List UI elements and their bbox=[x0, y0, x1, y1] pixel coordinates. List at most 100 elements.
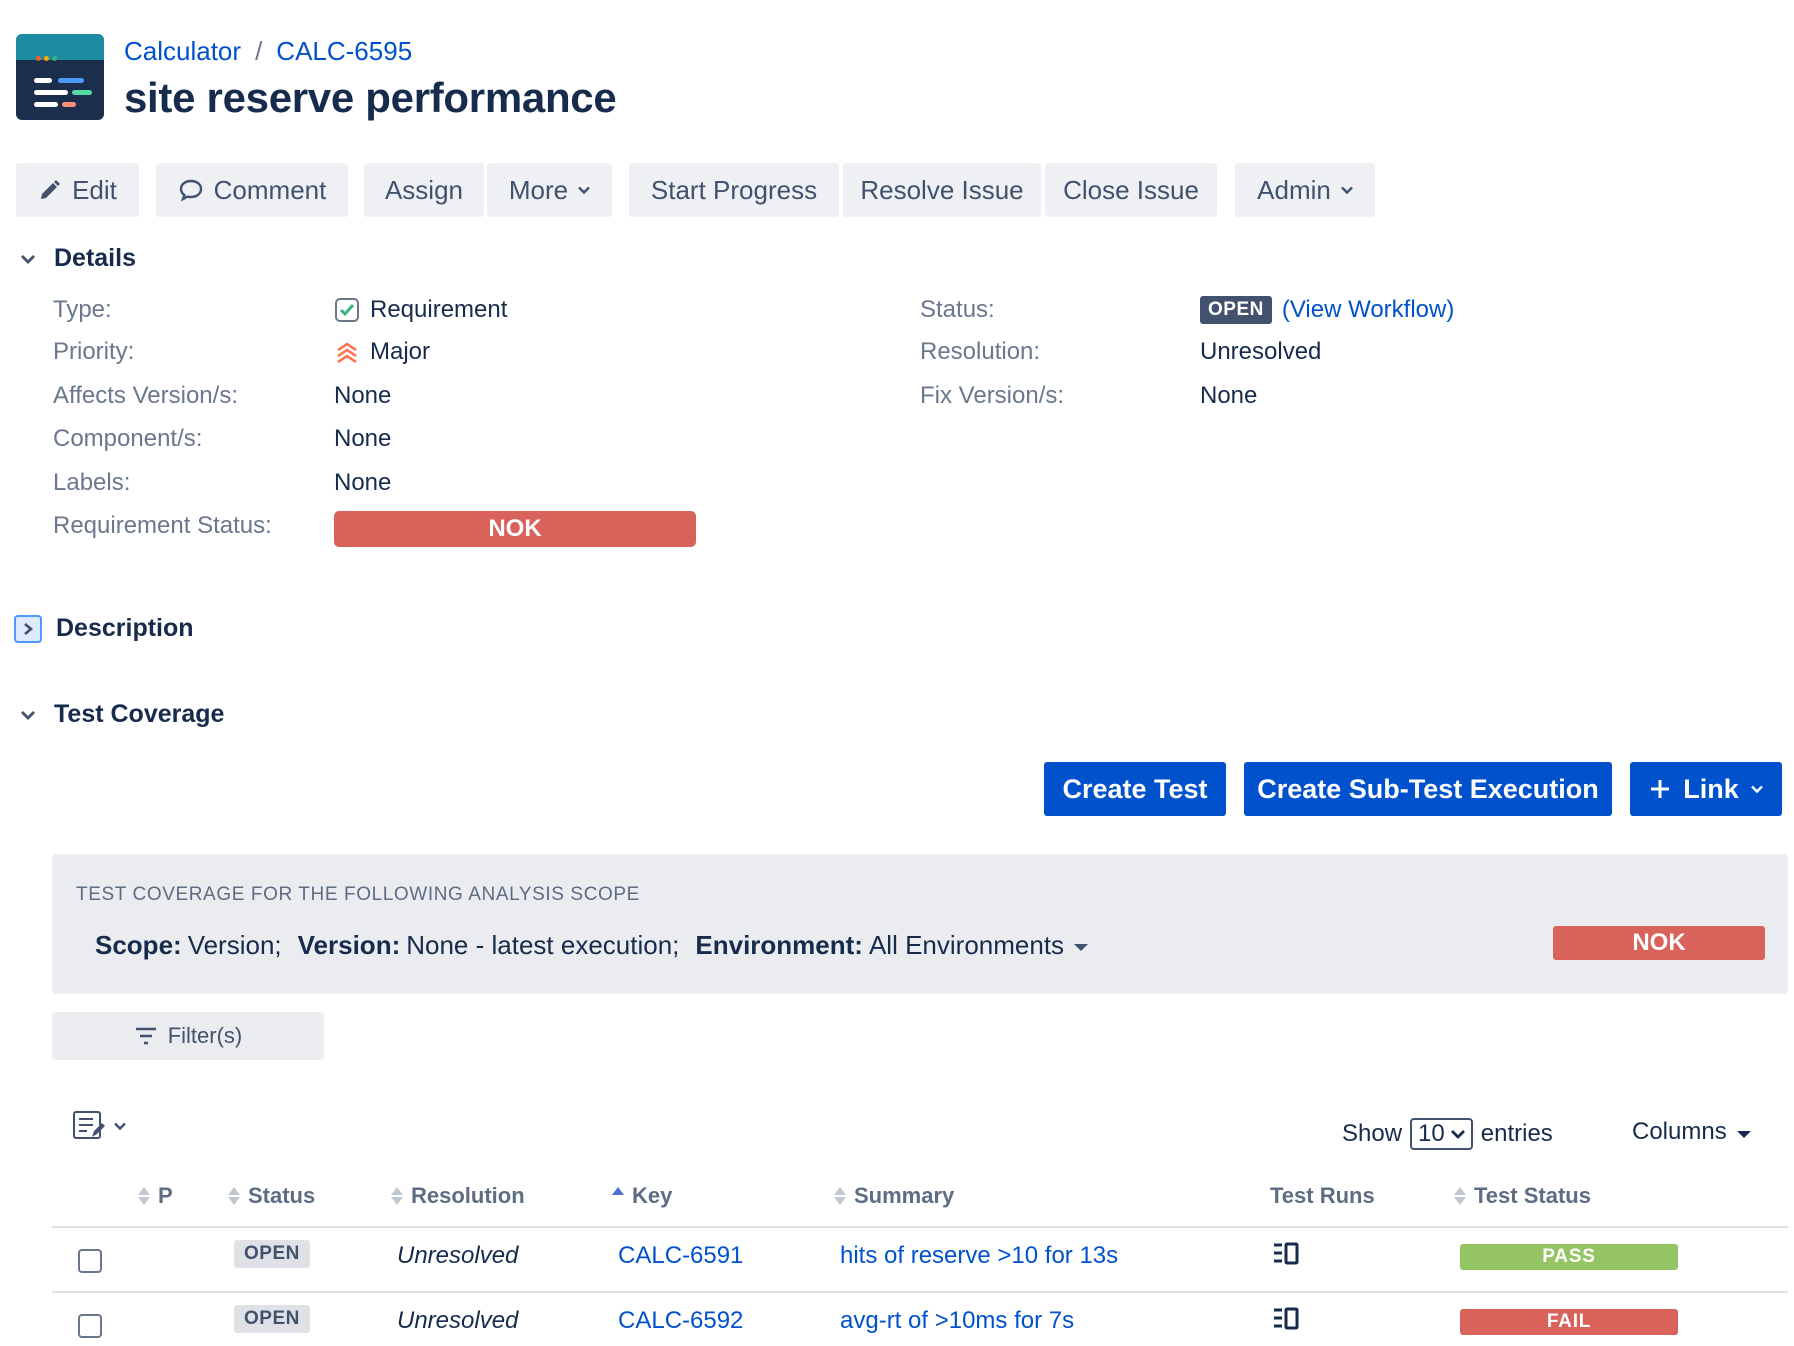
edit-button[interactable]: Edit bbox=[16, 163, 139, 217]
columns-label: Columns bbox=[1632, 1118, 1727, 1145]
show-entries: Show 10 entries bbox=[1342, 1118, 1553, 1150]
scope-value: Version; bbox=[187, 930, 282, 960]
more-label: More bbox=[508, 174, 569, 205]
row-test-status-badge: PASS bbox=[1460, 1244, 1678, 1270]
comment-label: Comment bbox=[213, 174, 327, 205]
row-checkbox[interactable] bbox=[78, 1314, 102, 1338]
requirement-status-badge: NOK bbox=[334, 511, 696, 547]
sort-icon bbox=[391, 1187, 403, 1205]
resolve-issue-label: Resolve Issue bbox=[860, 174, 1024, 205]
row-resolution: Unresolved bbox=[397, 1307, 519, 1334]
sort-icon bbox=[834, 1187, 846, 1205]
start-progress-button[interactable]: Start Progress bbox=[629, 163, 839, 217]
table-header-divider bbox=[52, 1226, 1788, 1228]
row-key-link[interactable]: CALC-6592 bbox=[618, 1307, 743, 1335]
column-header-label: P bbox=[158, 1183, 173, 1208]
chevron-down-icon bbox=[578, 186, 590, 195]
row-status-badge: OPEN bbox=[234, 1240, 310, 1268]
breadcrumb-issue-link[interactable]: CALC-6595 bbox=[276, 36, 412, 67]
comment-button[interactable]: Comment bbox=[156, 163, 348, 217]
component-label: Component/s: bbox=[53, 425, 203, 452]
labels-value: None bbox=[334, 469, 392, 496]
column-header-status[interactable]: Status bbox=[228, 1183, 315, 1209]
version-value: None - latest execution; bbox=[406, 930, 680, 960]
priority-value: Major bbox=[334, 338, 430, 366]
status-value: OPEN (View Workflow) bbox=[1200, 296, 1454, 324]
chevron-down-icon bbox=[1450, 1130, 1465, 1139]
affects-version-value: None bbox=[334, 382, 392, 409]
column-header-label: Resolution bbox=[411, 1183, 525, 1208]
row-status-badge: OPEN bbox=[234, 1305, 310, 1333]
version-label: Version: bbox=[297, 930, 401, 960]
view-workflow-link[interactable]: View Workflow bbox=[1290, 296, 1447, 324]
project-avatar[interactable] bbox=[16, 34, 104, 120]
row-summary-link[interactable]: avg-rt of >10ms for 7s bbox=[840, 1307, 1074, 1335]
requirement-status-label: Requirement Status: bbox=[53, 512, 272, 539]
resolve-issue-button[interactable]: Resolve Issue bbox=[843, 163, 1041, 217]
link-button[interactable]: Link bbox=[1630, 762, 1782, 816]
resolution-value: Unresolved bbox=[1200, 338, 1322, 365]
row-test-status-badge: FAIL bbox=[1460, 1309, 1678, 1335]
plus-icon bbox=[1651, 780, 1670, 798]
environment-label: Environment: bbox=[695, 930, 863, 960]
more-button[interactable]: More bbox=[487, 163, 612, 217]
row-key-link[interactable]: CALC-6591 bbox=[618, 1242, 743, 1270]
row-divider bbox=[52, 1291, 1788, 1293]
priority-label: Priority: bbox=[53, 338, 135, 365]
chevron-down-icon bbox=[114, 1122, 126, 1131]
column-header-resolution[interactable]: Resolution bbox=[391, 1183, 525, 1209]
column-header-priority[interactable]: P bbox=[138, 1183, 173, 1209]
description-toggle[interactable]: Description bbox=[14, 614, 194, 643]
type-label: Type: bbox=[53, 296, 112, 323]
chevron-right-icon bbox=[14, 614, 42, 643]
requirement-check-icon bbox=[335, 298, 359, 322]
row-summary-link[interactable]: hits of reserve >10 for 13s bbox=[840, 1242, 1118, 1270]
test-runs-icon[interactable] bbox=[1272, 1306, 1300, 1332]
analysis-scope-panel: TEST COVERAGE FOR THE FOLLOWING ANALYSIS… bbox=[52, 854, 1788, 994]
fix-version-label: Fix Version/s: bbox=[920, 382, 1065, 409]
breadcrumb-project-link[interactable]: Calculator bbox=[124, 36, 241, 67]
filters-label: Filter(s) bbox=[167, 1023, 243, 1048]
details-toggle[interactable]: Details bbox=[16, 244, 136, 273]
column-header-key[interactable]: Key bbox=[612, 1183, 672, 1209]
admin-label: Admin bbox=[1257, 174, 1331, 205]
chevron-down-icon bbox=[1340, 186, 1353, 195]
admin-button[interactable]: Admin bbox=[1235, 163, 1375, 217]
assign-button[interactable]: Assign bbox=[364, 163, 484, 217]
chevron-down-icon bbox=[16, 247, 40, 271]
comment-icon bbox=[179, 179, 202, 202]
affects-version-label: Affects Version/s: bbox=[53, 382, 238, 409]
column-header-label: Key bbox=[632, 1183, 673, 1208]
breadcrumb: Calculator / CALC-6595 bbox=[124, 36, 412, 67]
column-header-test-status[interactable]: Test Status bbox=[1454, 1183, 1591, 1209]
entries-select[interactable]: 10 bbox=[1410, 1118, 1473, 1150]
sort-icon bbox=[1454, 1187, 1466, 1205]
caret-down-icon bbox=[1074, 944, 1089, 951]
close-issue-button[interactable]: Close Issue bbox=[1045, 163, 1217, 217]
show-label: Show bbox=[1342, 1120, 1403, 1147]
environment-dropdown[interactable]: All Environments bbox=[869, 930, 1089, 961]
column-header-label: Test Runs bbox=[1270, 1183, 1375, 1208]
caret-down-icon bbox=[1736, 1130, 1751, 1138]
entries-label: entries bbox=[1480, 1120, 1553, 1147]
column-settings-toggle[interactable] bbox=[72, 1110, 126, 1142]
list-edit-icon bbox=[73, 1111, 105, 1139]
start-progress-label: Start Progress bbox=[650, 174, 818, 205]
filter-icon bbox=[135, 1027, 156, 1045]
type-text: Requirement bbox=[370, 296, 508, 323]
create-sub-test-execution-button[interactable]: Create Sub-Test Execution bbox=[1244, 762, 1612, 816]
column-header-summary[interactable]: Summary bbox=[834, 1183, 954, 1209]
test-runs-icon[interactable] bbox=[1272, 1241, 1300, 1267]
edit-label: Edit bbox=[72, 174, 117, 205]
row-checkbox[interactable] bbox=[78, 1249, 102, 1273]
filters-button[interactable]: Filter(s) bbox=[52, 1012, 324, 1060]
status-label: Status: bbox=[920, 296, 995, 323]
workflow-close-paren: ) bbox=[1446, 296, 1455, 323]
columns-dropdown[interactable]: Columns bbox=[1632, 1118, 1751, 1146]
type-value: Requirement bbox=[334, 296, 507, 324]
test-coverage-toggle[interactable]: Test Coverage bbox=[16, 700, 224, 729]
create-test-button[interactable]: Create Test bbox=[1044, 762, 1226, 816]
chevron-down-icon bbox=[1750, 785, 1763, 794]
coverage-status-badge: NOK bbox=[1553, 926, 1765, 960]
scope-label: Scope: bbox=[95, 930, 182, 960]
